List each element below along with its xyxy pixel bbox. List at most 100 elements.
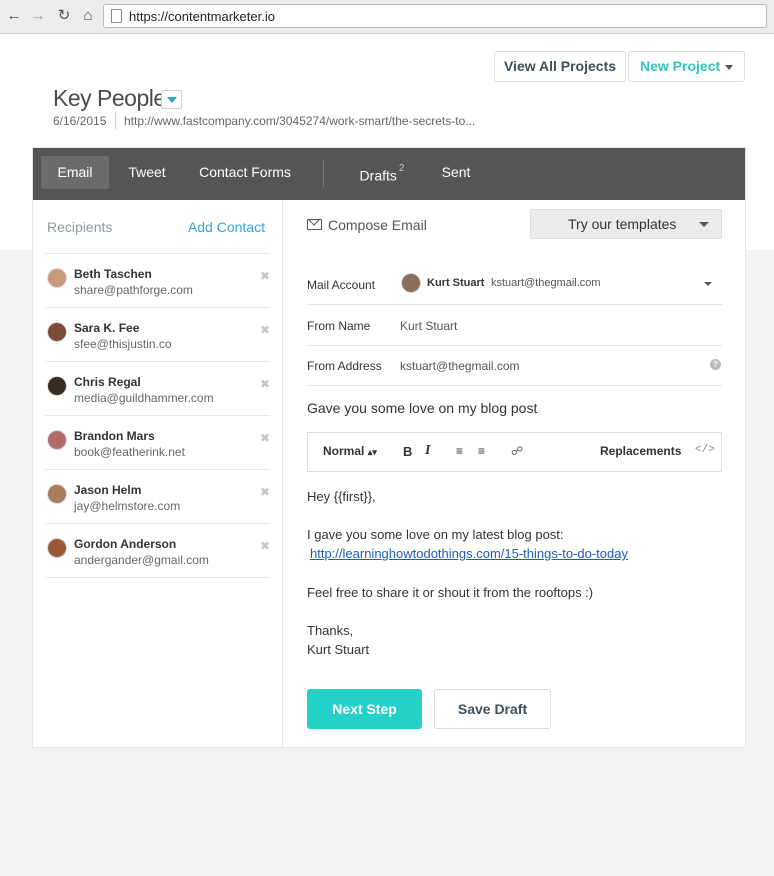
avatar — [47, 430, 67, 450]
tab-divider — [323, 160, 324, 187]
from-address-field[interactable]: kstuart@thegmail.com — [400, 359, 520, 373]
envelope-icon — [307, 219, 322, 230]
chevron-down-icon[interactable] — [704, 282, 712, 286]
mail-account-label: Mail Account — [307, 278, 376, 292]
format-select[interactable]: Normal ▴▾ — [323, 444, 377, 458]
mail-account-row[interactable]: Mail Account Kurt Stuart kstuart@thegmai… — [307, 265, 722, 305]
recipient-email: share@pathforge.com — [74, 283, 193, 297]
recipient-item[interactable]: Chris Regal media@guildhammer.com ✖ — [45, 362, 270, 416]
from-address-row: From Address kstuart@thegmail.com ? — [307, 346, 722, 386]
link-icon[interactable]: ☍ — [511, 444, 523, 458]
recipient-item[interactable]: Gordon Anderson andergander@gmail.com ✖ — [45, 524, 270, 578]
remove-icon[interactable]: ✖ — [260, 431, 270, 445]
from-name-label: From Name — [307, 319, 371, 333]
tab-bar: Email Tweet Contact Forms Drafts 2 Sent — [33, 148, 745, 200]
next-step-button[interactable]: Next Step — [307, 689, 422, 729]
from-address-label: From Address — [307, 359, 382, 373]
page-icon — [111, 9, 122, 23]
recipient-email: media@guildhammer.com — [74, 391, 214, 405]
new-project-label: New Project — [640, 58, 721, 74]
home-icon[interactable]: ⌂ — [78, 6, 98, 26]
recipient-name: Sara K. Fee — [74, 321, 140, 335]
recipient-email: book@featherink.net — [74, 445, 185, 459]
format-label: Normal — [323, 444, 365, 458]
remove-icon[interactable]: ✖ — [260, 269, 270, 283]
replacements-button[interactable]: Replacements — [600, 444, 681, 458]
recipient-name: Chris Regal — [74, 375, 141, 389]
new-project-button[interactable]: New Project — [628, 51, 745, 82]
remove-icon[interactable]: ✖ — [260, 323, 270, 337]
main-card: Email Tweet Contact Forms Drafts 2 Sent R… — [32, 147, 746, 748]
updown-icon: ▴▾ — [367, 447, 377, 457]
recipient-name: Jason Helm — [74, 483, 142, 497]
account-name: Kurt Stuart — [427, 277, 485, 289]
recipient-list: Beth Taschen share@pathforge.com ✖ Sara K. … — [45, 253, 270, 578]
project-dropdown-button[interactable] — [161, 90, 182, 109]
subject-input[interactable]: Gave you some love on my blog post — [307, 400, 537, 416]
avatar — [401, 273, 421, 293]
add-contact-link[interactable]: Add Contact — [188, 219, 265, 235]
remove-icon[interactable]: ✖ — [260, 377, 270, 391]
templates-dropdown[interactable]: Try our templates — [530, 209, 722, 239]
project-date: 6/16/2015 — [53, 114, 107, 128]
ordered-list-icon[interactable]: ≡ — [456, 444, 463, 458]
avatar — [47, 484, 67, 504]
body-line[interactable]: I gave you some love on my latest blog p… — [307, 527, 564, 542]
account-email: kstuart@thegmail.com — [491, 277, 601, 289]
from-name-row: From Name Kurt Stuart — [307, 306, 722, 346]
view-all-projects-button[interactable]: View All Projects — [494, 51, 626, 82]
italic-icon[interactable]: I — [425, 443, 430, 459]
tab-contact-forms[interactable]: Contact Forms — [189, 156, 301, 189]
recipient-item[interactable]: Brandon Mars book@featherink.net ✖ — [45, 416, 270, 470]
avatar — [47, 268, 67, 288]
drafts-count-badge: 2 — [398, 163, 405, 174]
body-link[interactable]: http://learninghowtodothings.com/15-thin… — [310, 546, 628, 561]
recipient-email: sfee@thisjustin.co — [74, 337, 172, 351]
tab-tweet[interactable]: Tweet — [117, 156, 177, 189]
tab-sent[interactable]: Sent — [431, 156, 481, 189]
avatar — [47, 322, 67, 342]
avatar — [47, 538, 67, 558]
tab-drafts-label: Drafts — [359, 167, 397, 184]
help-icon[interactable]: ? — [710, 359, 721, 370]
recipient-email: jay@helmstore.com — [74, 499, 181, 513]
remove-icon[interactable]: ✖ — [260, 539, 270, 553]
recipient-item[interactable]: Sara K. Fee sfee@thisjustin.co ✖ — [45, 308, 270, 362]
remove-icon[interactable]: ✖ — [260, 485, 270, 499]
tab-drafts[interactable]: Drafts 2 — [351, 156, 413, 189]
recipients-panel: Recipients Add Contact Beth Taschen share… — [33, 200, 283, 747]
arrow-left-icon[interactable]: ← — [4, 6, 24, 26]
compose-panel: Compose Email Try our templates Mail Acc… — [284, 200, 745, 747]
body-signature[interactable]: Kurt Stuart — [307, 642, 369, 657]
recipient-item[interactable]: Beth Taschen share@pathforge.com ✖ — [45, 254, 270, 308]
templates-label: Try our templates — [568, 216, 677, 232]
body-signoff[interactable]: Thanks, — [307, 623, 353, 638]
tab-email[interactable]: Email — [41, 156, 109, 189]
recipient-name: Beth Taschen — [74, 267, 152, 281]
caret-down-icon — [167, 97, 177, 103]
arrow-right-icon[interactable]: → — [28, 6, 48, 26]
recipient-item[interactable]: Jason Helm jay@helmstore.com ✖ — [45, 470, 270, 524]
recipient-name: Brandon Mars — [74, 429, 155, 443]
editor-toolbar: Normal ▴▾ B I ≡ ≡ ☍ Replacements </> — [307, 432, 722, 472]
page-title: Key People — [53, 85, 166, 111]
body-line[interactable]: Feel free to share it or shout it from t… — [307, 585, 593, 600]
chevron-down-icon — [699, 222, 709, 227]
compose-label: Compose Email — [328, 217, 427, 233]
save-draft-button[interactable]: Save Draft — [434, 689, 551, 729]
avatar — [47, 376, 67, 396]
address-bar[interactable]: https://contentmarketer.io — [103, 4, 767, 28]
bold-icon[interactable]: B — [403, 444, 412, 459]
url-text[interactable]: https://contentmarketer.io — [129, 9, 275, 24]
browser-toolbar: ← → ↻ ⌂ https://contentmarketer.io — [0, 0, 774, 34]
recipient-name: Gordon Anderson — [74, 537, 177, 551]
divider — [115, 112, 116, 129]
code-icon[interactable]: </> — [695, 444, 715, 456]
bullet-list-icon[interactable]: ≡ — [478, 444, 485, 458]
project-url: http://www.fastcompany.com/3045274/work-… — [124, 114, 476, 128]
recipients-label: Recipients — [47, 219, 113, 235]
body-greeting[interactable]: Hey {{first}}, — [307, 489, 376, 504]
chevron-down-icon — [725, 65, 733, 70]
reload-icon[interactable]: ↻ — [54, 6, 74, 26]
from-name-field[interactable]: Kurt Stuart — [400, 319, 457, 333]
